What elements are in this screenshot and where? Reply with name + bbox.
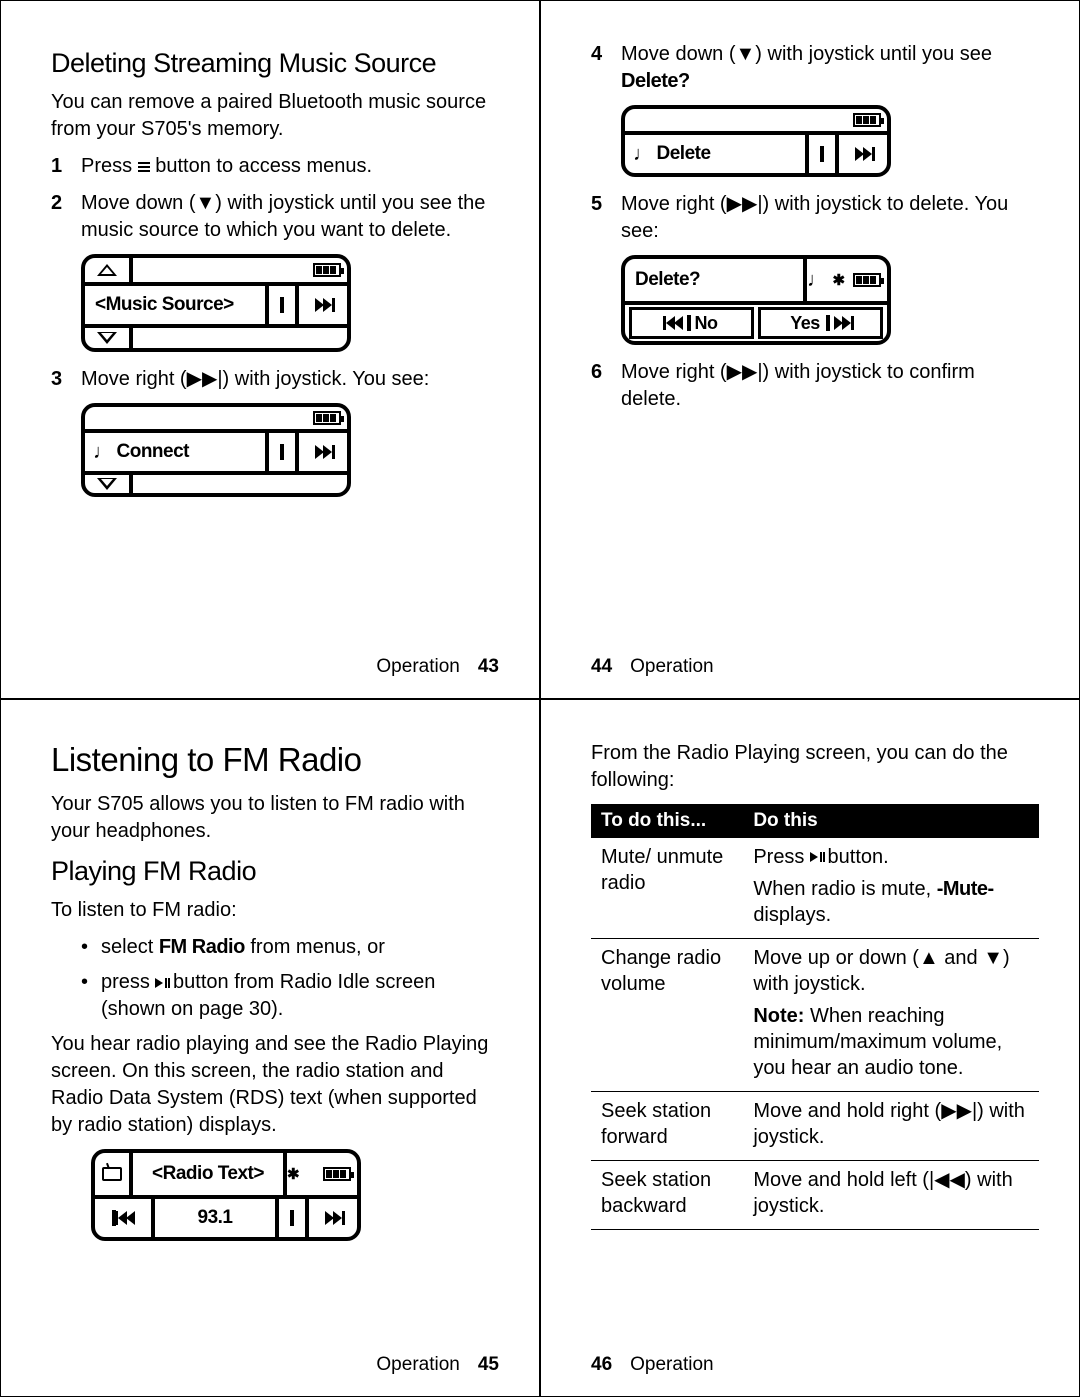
step-1: Press button to access menus. [51,153,499,180]
table-row: Seek station backward Move and hold left… [591,1160,1039,1229]
lcd-text: Delete [657,143,711,165]
bluetooth-icon [833,269,845,291]
intro-text: Your S705 allows you to listen to FM rad… [51,791,499,845]
page-45: Listening to FM Radio Your S705 allows y… [0,699,540,1397]
cell-action: Change radio volume [591,938,743,1091]
table-row: Mute/ unmute radio Press button. When ra… [591,838,1039,939]
table-row: Seek station forward Move and hold right… [591,1091,1039,1160]
page-footer: 46 Operation [591,1346,1039,1376]
step-4: Move down (▼) with joystick until you se… [591,41,1039,95]
footer-label: Operation [376,1354,459,1376]
step-2: Move down (▼) with joystick until you se… [51,190,499,244]
lead-text: To listen to FM radio: [51,897,499,924]
lcd-frequency: 93.1 [155,1199,279,1237]
intro-text: You can remove a paired Bluetooth music … [51,89,499,143]
steps-list: Move down (▼) with joystick until you se… [591,41,1039,95]
skip-next-icon [315,298,332,312]
skip-next-icon [325,1211,342,1225]
bullet-1: select FM Radio from menus, or [81,934,499,961]
footer-label: Operation [376,656,459,678]
page-footer: Operation 43 [51,648,499,678]
bullet-2: press button from Radio Idle screen (sho… [81,969,499,1023]
cell-instruction: Press button. When radio is mute, -Mute-… [743,838,1039,939]
page-footer: Operation 45 [51,1346,499,1376]
table-row: Change radio volume Move up or down (▲ a… [591,938,1039,1091]
lcd-delete-confirm: Delete? No Yes [621,255,891,345]
skip-next-icon [834,316,851,330]
down-arrow-icon [97,332,117,344]
down-arrow-icon [97,478,117,490]
footer-label: Operation [630,1354,713,1376]
option-no: No [629,307,754,339]
lcd-text: Connect [117,441,190,463]
bar-icon [280,444,284,460]
skip-next-icon [315,445,332,459]
option-yes: Yes [758,307,883,339]
page-number: 44 [591,656,612,678]
radio-icon [102,1167,122,1181]
page-footer: 44 Operation [591,648,1039,678]
play-pause-icon [810,852,822,862]
battery-icon [313,411,341,425]
steps-list-cont: Move right (▶▶|) with joystick. You see: [51,366,499,393]
page-number: 43 [478,656,499,678]
play-pause-icon [155,978,167,988]
lcd-connect: Connect [81,403,351,497]
intro-text: From the Radio Playing screen, you can d… [591,740,1039,794]
page-46: From the Radio Playing screen, you can d… [540,699,1080,1397]
heading-fm-radio: Listening to FM Radio [51,740,499,780]
battery-icon [853,113,881,127]
note-icon [93,441,113,464]
cell-action: Seek station forward [591,1091,743,1160]
cell-instruction: Move up or down (▲ and ▼) with joystick.… [743,938,1039,1091]
para-text: You hear radio playing and see the Radio… [51,1031,499,1139]
skip-prev-icon [666,316,683,330]
bluetooth-icon [287,1163,299,1185]
heading-delete-source: Deleting Streaming Music Source [51,47,499,79]
steps-list-cont2: Move right (▶▶|) with joystick to confir… [591,359,1039,413]
up-arrow-icon [97,264,117,276]
battery-icon [323,1167,351,1181]
cell-action: Seek station backward [591,1160,743,1229]
lcd-radio-playing: <Radio Text> 93.1 [91,1149,361,1241]
battery-icon [853,273,881,287]
skip-next-icon [855,147,872,161]
lcd-delete: Delete [621,105,891,177]
step-6: Move right (▶▶|) with joystick to confir… [591,359,1039,413]
footer-label: Operation [630,656,713,678]
cell-instruction: Move and hold right (▶▶|) with joystick. [743,1091,1039,1160]
note-icon [633,143,653,166]
bar-icon [280,297,284,313]
cell-instruction: Move and hold left (|◀◀) with joystick. [743,1160,1039,1229]
page-number: 46 [591,1354,612,1376]
operations-table: To do this... Do this Mute/ unmute radio… [591,804,1039,1230]
steps-list-cont: Move right (▶▶|) with joystick to delete… [591,191,1039,245]
menu-icon [138,162,150,172]
bar-icon [820,146,824,162]
skip-prev-icon [118,1211,135,1225]
lcd-music-source: <Music Source> [81,254,351,352]
bullet-list: select FM Radio from menus, or press but… [51,934,499,1023]
step-5: Move right (▶▶|) with joystick to delete… [591,191,1039,245]
lcd-text: <Music Source> [85,286,269,324]
lcd-title: Delete? [625,259,807,301]
lcd-text: <Radio Text> [133,1153,287,1195]
steps-list: Press button to access menus. Move down … [51,153,499,244]
note-icon [807,269,827,292]
page-43: Deleting Streaming Music Source You can … [0,0,540,699]
step-3: Move right (▶▶|) with joystick. You see: [51,366,499,393]
cell-action: Mute/ unmute radio [591,838,743,939]
col-header-todo: To do this... [591,804,743,838]
subheading-playing: Playing FM Radio [51,855,499,887]
page-number: 45 [478,1354,499,1376]
col-header-dothis: Do this [743,804,1039,838]
bar-icon [290,1210,294,1226]
page-44: Move down (▼) with joystick until you se… [540,0,1080,699]
battery-icon [313,263,341,277]
